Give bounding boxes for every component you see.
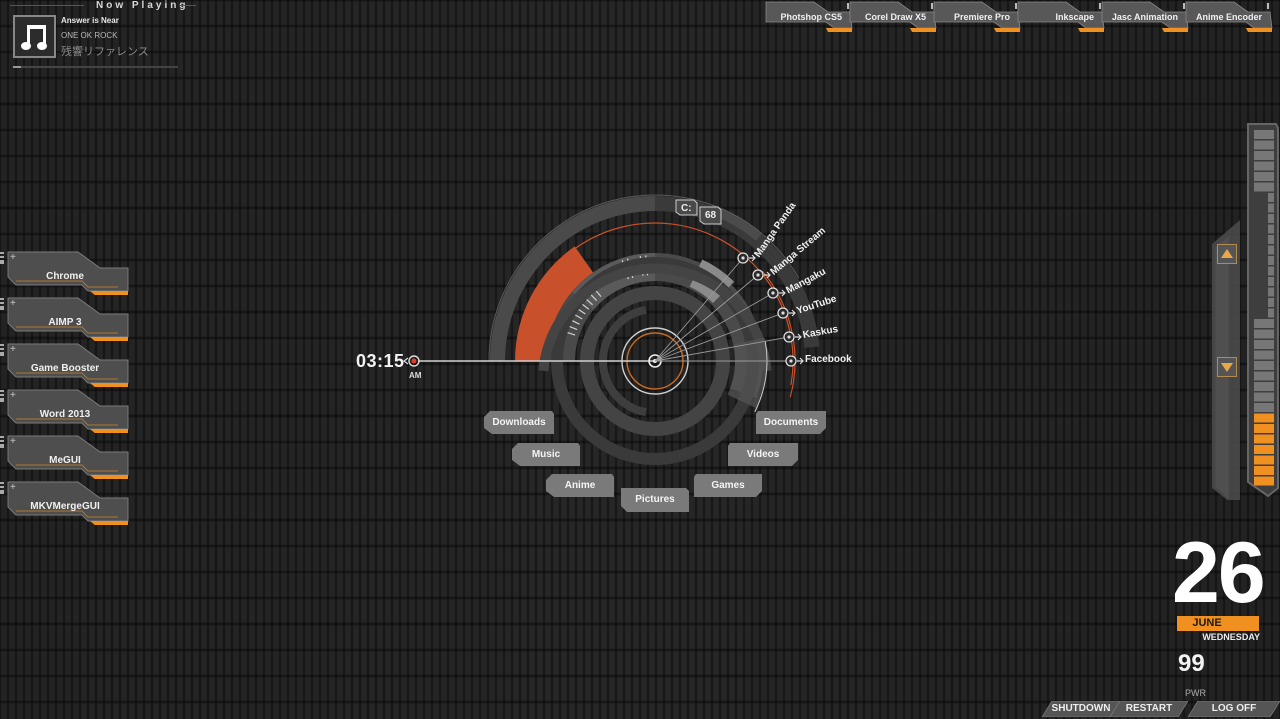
- volume-up-button[interactable]: [1217, 244, 1237, 264]
- volume-segment: [1254, 361, 1274, 370]
- power-button[interactable]: SHUTDOWN: [1042, 701, 1120, 717]
- link-node-dot: [756, 273, 760, 277]
- volume-segment: [1254, 476, 1274, 486]
- folder-button[interactable]: Downloads: [484, 411, 554, 435]
- volume-segment: [1254, 161, 1274, 171]
- folder-label: Downloads: [492, 417, 546, 428]
- folder-button[interactable]: Pictures: [621, 488, 689, 512]
- volume-segment: [1254, 424, 1274, 433]
- volume-segment: [1254, 434, 1274, 444]
- link-node-dot: [741, 256, 745, 260]
- volume-slider[interactable]: [1212, 120, 1280, 500]
- volume-segment: [1268, 224, 1274, 234]
- clock-node-dot: [411, 358, 417, 364]
- folder-label: Videos: [746, 449, 780, 460]
- power-button-label: LOG OFF: [1211, 703, 1257, 714]
- volume-segment: [1254, 130, 1274, 139]
- folder-button[interactable]: Videos: [728, 443, 798, 467]
- web-link[interactable]: Facebook: [805, 354, 852, 365]
- folder-label: Music: [531, 449, 561, 460]
- volume-segment: [1254, 445, 1274, 454]
- volume-segment: [1268, 256, 1274, 265]
- volume-segment: [1254, 466, 1274, 475]
- power-button[interactable]: LOG OFF: [1188, 701, 1280, 717]
- volume-segment: [1254, 140, 1274, 150]
- folder-button[interactable]: Music: [512, 443, 580, 467]
- link-node-dot: [781, 311, 785, 315]
- volume-segment: [1254, 371, 1274, 381]
- drive-usage: 68: [705, 210, 717, 221]
- folder-button[interactable]: Anime: [546, 474, 614, 498]
- volume-segment: [1268, 193, 1274, 202]
- date-day: 26: [1172, 525, 1266, 621]
- arrow-right-icon: [789, 309, 796, 317]
- volume-segment: [1268, 203, 1274, 213]
- folder-label: Pictures: [635, 494, 675, 505]
- volume-segment: [1268, 235, 1274, 244]
- battery-value: 99: [1178, 650, 1205, 677]
- volume-segment: [1254, 413, 1274, 423]
- volume-segment: [1268, 287, 1274, 297]
- battery-label: PWR: [1185, 688, 1206, 698]
- volume-segment: [1254, 329, 1274, 339]
- volume-down-button[interactable]: [1217, 357, 1237, 377]
- power-button-label: RESTART: [1125, 703, 1173, 714]
- volume-segment: [1268, 298, 1274, 307]
- link-node-dot: [789, 359, 793, 363]
- folder-label: Documents: [763, 417, 819, 428]
- volume-segment: [1268, 266, 1274, 276]
- power-button-label: SHUTDOWN: [1051, 703, 1111, 714]
- arrow-right-icon: [779, 289, 786, 297]
- folder-label: Games: [711, 480, 745, 491]
- volume-segment: [1254, 403, 1274, 412]
- volume-segment: [1254, 151, 1274, 160]
- volume-segment: [1254, 182, 1274, 192]
- triangle-up-icon: [1221, 249, 1233, 258]
- volume-segment: [1254, 172, 1274, 181]
- volume-segment: [1254, 455, 1274, 465]
- volume-segment: [1254, 382, 1274, 391]
- volume-segment: [1268, 245, 1274, 255]
- date-month: JUNE: [1192, 617, 1222, 629]
- volume-segment: [1254, 340, 1274, 349]
- hud-dial: [403, 194, 820, 465]
- link-node-dot: [787, 335, 791, 339]
- drive-label: C:: [681, 203, 692, 214]
- folder-label: Anime: [564, 480, 596, 491]
- link-node-dot: [771, 291, 775, 295]
- folder-button[interactable]: Games: [694, 474, 762, 498]
- volume-segment: [1254, 319, 1274, 328]
- clock-time: 03:15: [356, 351, 405, 371]
- power-button[interactable]: RESTART: [1110, 701, 1188, 717]
- clock-ampm: AM: [409, 371, 422, 380]
- arrow-right-icon: [795, 333, 802, 341]
- volume-segment: [1268, 308, 1274, 318]
- arrow-left-icon: [403, 357, 409, 365]
- triangle-down-icon: [1221, 363, 1233, 372]
- date-weekday: WEDNESDAY: [1202, 632, 1260, 642]
- volume-segment: [1268, 277, 1274, 286]
- arrow-right-icon: [797, 357, 804, 365]
- volume-segment: [1254, 392, 1274, 402]
- volume-segment: [1268, 214, 1274, 223]
- folder-button[interactable]: Documents: [756, 411, 826, 435]
- volume-segment: [1254, 350, 1274, 360]
